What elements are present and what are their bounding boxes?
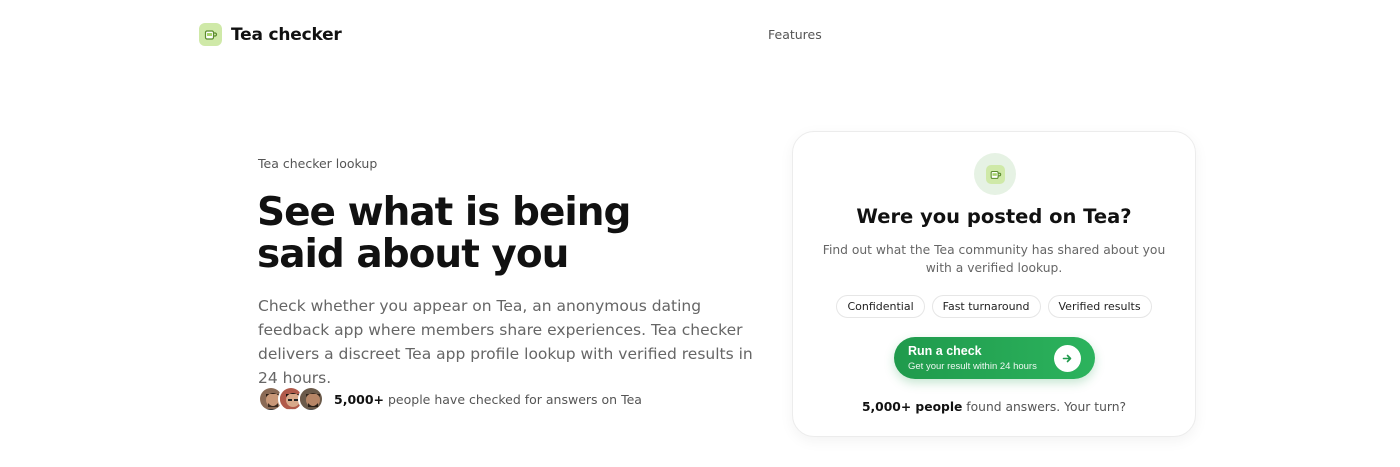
card-footer: 5,000+ people found answers. Your turn? <box>793 400 1195 414</box>
card-icon-circle <box>974 153 1016 195</box>
avatar <box>298 386 324 412</box>
footer-caption: found answers. Your turn? <box>962 400 1127 414</box>
brand-link[interactable]: Tea checker <box>199 23 342 46</box>
cta-sublabel: Get your result within 24 hours <box>908 361 1037 372</box>
avatar-stack <box>258 386 324 412</box>
run-check-button[interactable]: Run a check Get your result within 24 ho… <box>894 337 1095 379</box>
pill-verified-results: Verified results <box>1047 295 1152 318</box>
brand-name: Tea checker <box>231 24 342 45</box>
headline-line-2-prefix: said <box>257 232 357 277</box>
hero-description: Check whether you appear on Tea, an anon… <box>258 297 753 387</box>
hero-headline: See what is being said about you <box>257 190 631 277</box>
card-subtitle: Find out what the Tea community has shar… <box>822 243 1166 275</box>
cup-icon <box>985 164 1005 184</box>
lookup-card: Were you posted on Tea? Find out what th… <box>792 131 1196 437</box>
headline-line-1: See what is being <box>257 190 631 235</box>
social-proof-text: 5,000+ people have checked for answers o… <box>334 392 642 407</box>
social-proof: 5,000+ people have checked for answers o… <box>258 386 642 412</box>
feature-pills: Confidential Fast turnaround Verified re… <box>793 295 1195 318</box>
cup-icon <box>199 23 222 46</box>
pill-fast-turnaround: Fast turnaround <box>931 295 1041 318</box>
social-count: 5,000+ <box>334 391 385 407</box>
social-caption: people have checked for answers on Tea <box>384 391 642 407</box>
nav-features-link[interactable]: Features <box>768 27 822 42</box>
landing-page: Tea checker Features Tea checker lookup … <box>0 0 1400 467</box>
footer-count: 5,000+ people <box>861 400 963 414</box>
headline-highlight-text: about you <box>356 232 569 277</box>
hero-eyebrow: Tea checker lookup <box>258 156 378 171</box>
cta-label: Run a check <box>908 344 982 358</box>
card-title: Were you posted on Tea? <box>856 205 1132 228</box>
pill-confidential: Confidential <box>836 295 925 318</box>
arrow-right-icon <box>1054 345 1081 372</box>
headline-highlight: about you <box>356 232 569 277</box>
